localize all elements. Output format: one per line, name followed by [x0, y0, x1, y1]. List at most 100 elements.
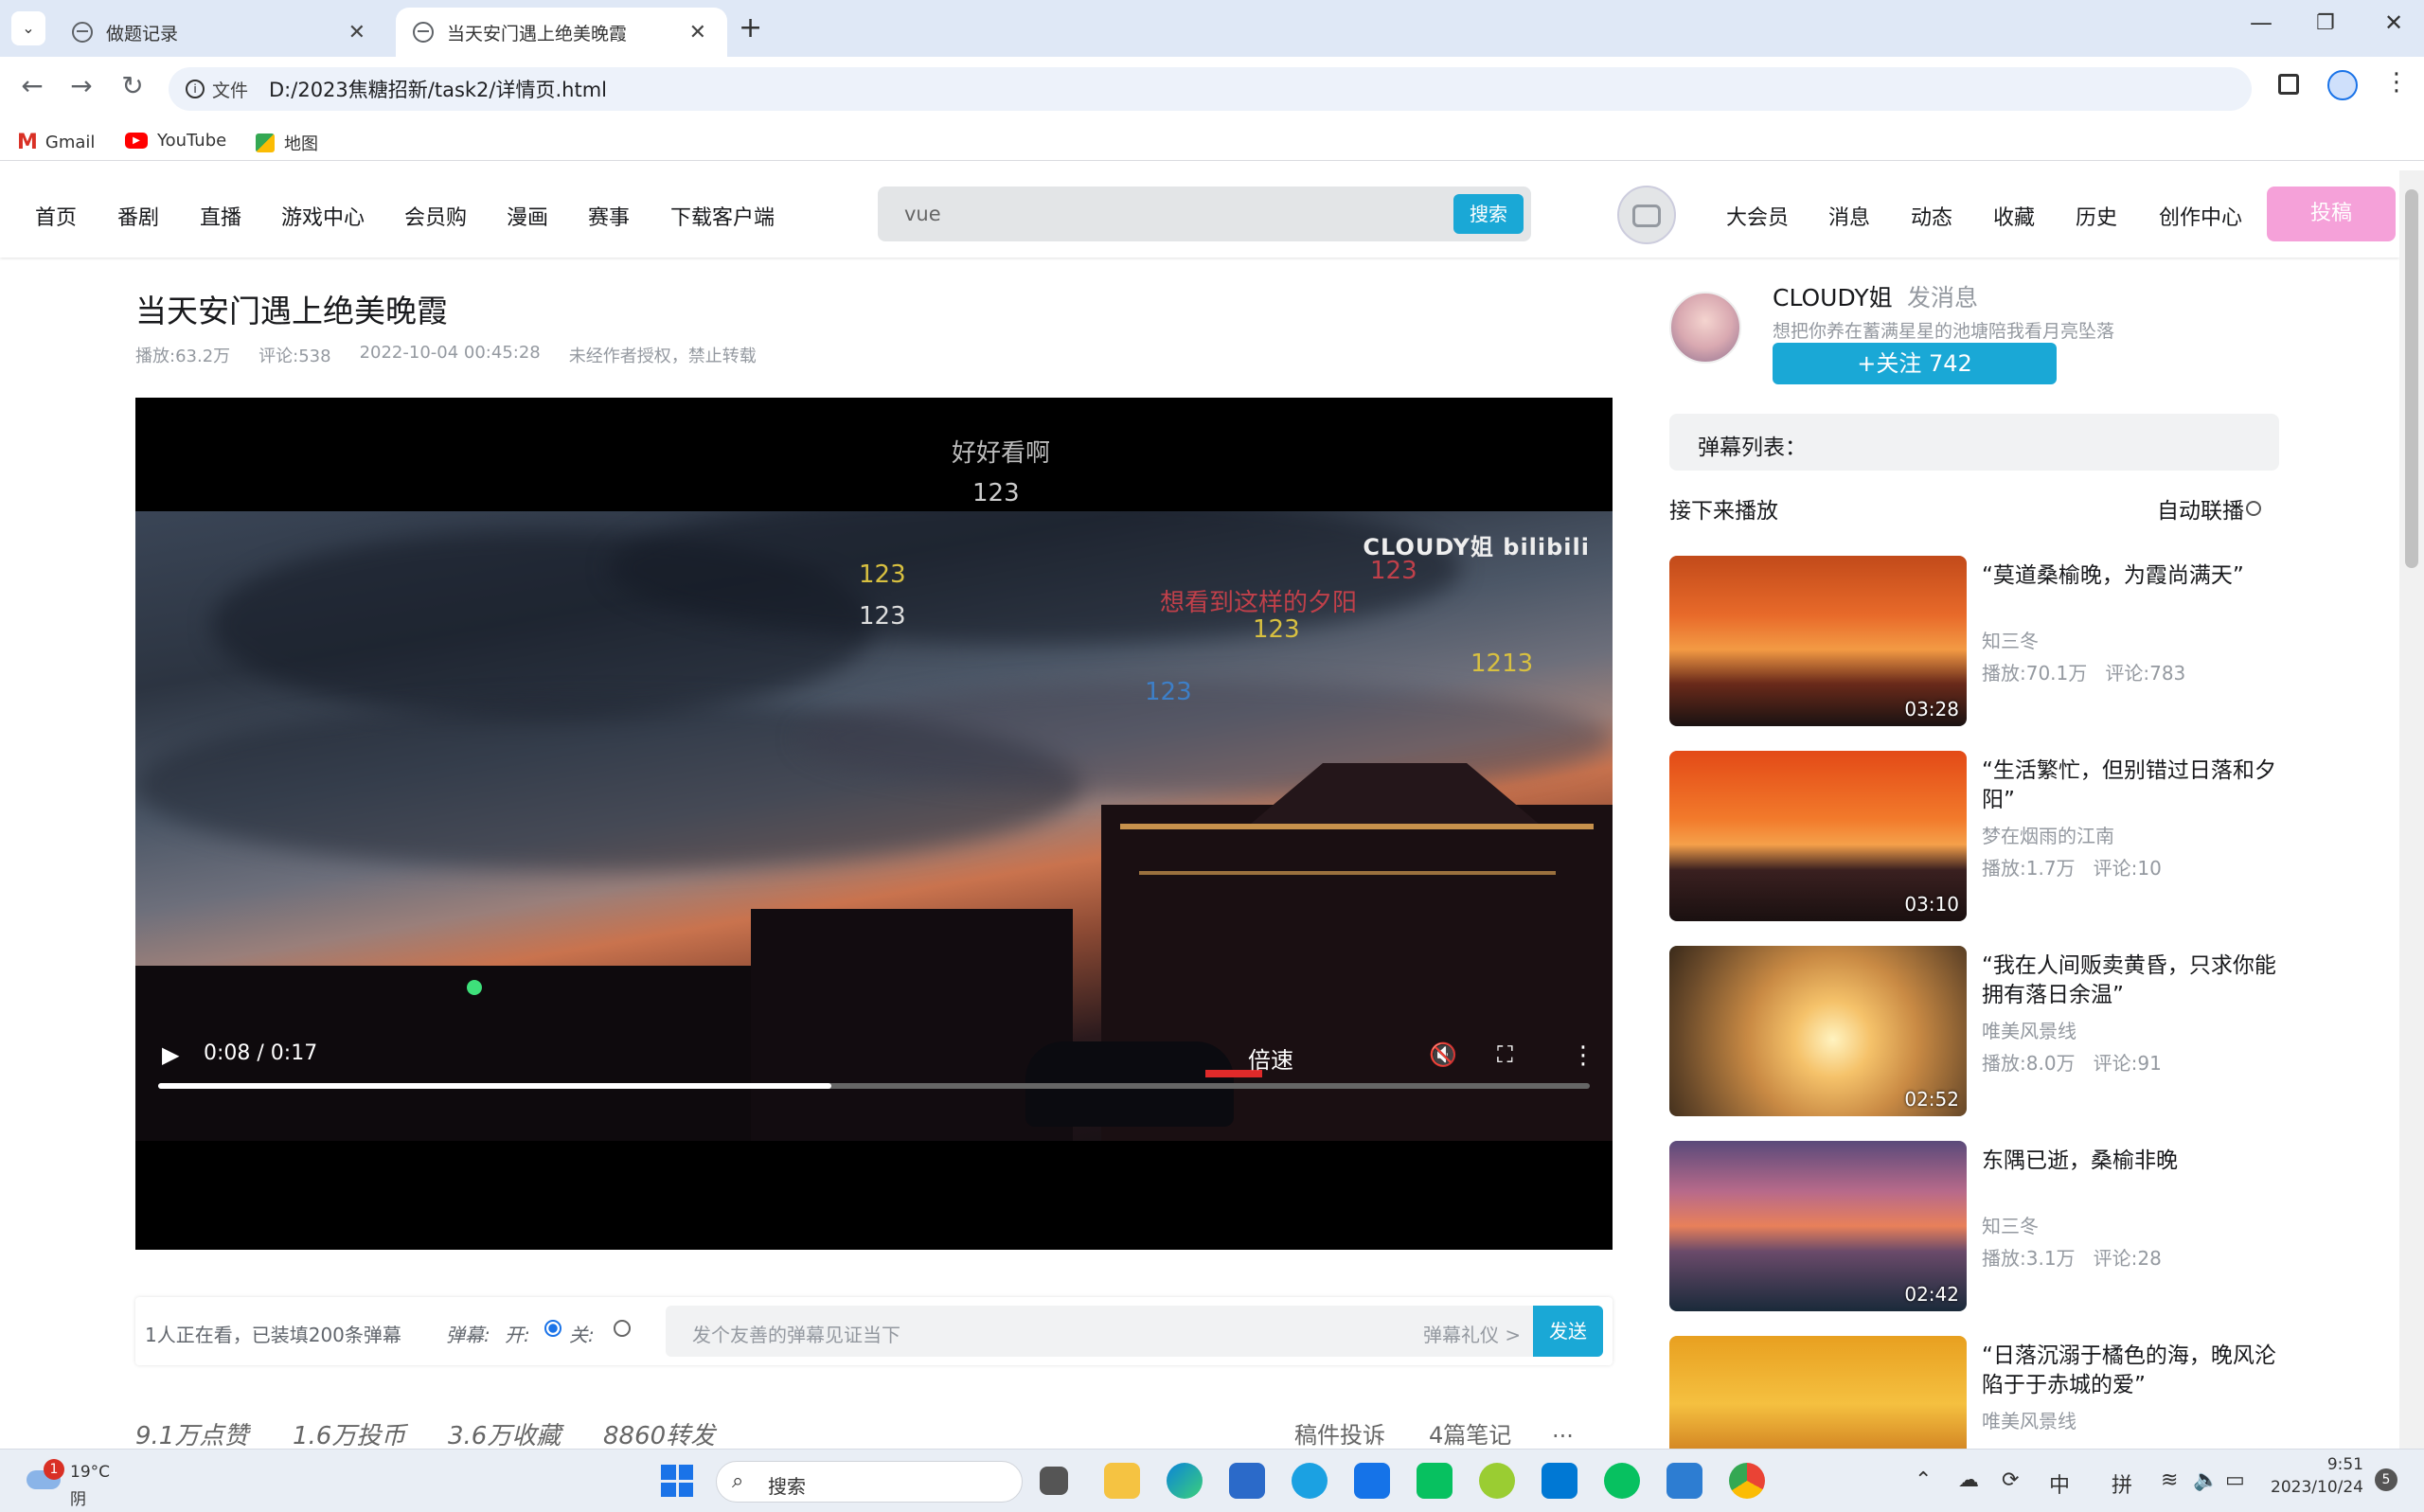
progress-bar[interactable] [158, 1083, 1590, 1089]
url-text[interactable]: D:/2023焦糖招新/task2/详情页.html [269, 75, 607, 103]
autoplay-radio[interactable] [2246, 501, 2261, 516]
list-item[interactable]: 02:52 “我在人间贩卖黄昏，只求你能拥有落日余温” 唯美风景线 播放:8.0… [1669, 946, 2279, 1116]
taskbar-search[interactable]: ⌕ 搜索 [716, 1461, 1023, 1503]
more-link[interactable]: ... [1552, 1416, 1574, 1443]
video-title[interactable]: “莫道桑榆晚，为霞尚满天” [1982, 561, 2285, 591]
ie-icon[interactable] [1292, 1463, 1328, 1499]
author[interactable]: 唯美风景线 [1982, 1406, 2076, 1433]
tab-search-button[interactable]: ⌄ [11, 11, 45, 45]
tab-2[interactable]: 当天安门遇上绝美晚霞 ✕ [396, 8, 727, 57]
task-view-icon[interactable] [1040, 1467, 1068, 1495]
mute-icon[interactable]: 🔇 [1429, 1041, 1457, 1068]
battery-icon[interactable]: ▭ [2225, 1468, 2245, 1492]
volume-icon[interactable]: 🔈 [2193, 1468, 2219, 1492]
close-icon[interactable]: ✕ [689, 21, 706, 44]
like-count[interactable]: 9.1万点赞 [135, 1416, 248, 1449]
fullscreen-icon[interactable]: ⛶ [1497, 1041, 1513, 1068]
menu-icon[interactable]: ⋮ [2384, 68, 2409, 97]
nav-home[interactable]: 首页 [35, 201, 77, 231]
nav-bangumi[interactable]: 番剧 [117, 201, 159, 231]
bookmark-youtube[interactable]: ▶ YouTube [125, 131, 226, 151]
danmaku-input[interactable]: 发个友善的弹幕见证当下 [692, 1320, 900, 1347]
nav-history[interactable]: 历史 [2076, 201, 2117, 231]
store-icon[interactable] [1229, 1463, 1265, 1499]
weather-widget[interactable]: 1 19°C 阴 [27, 1459, 140, 1509]
wechat-icon[interactable] [1604, 1463, 1640, 1499]
nav-messages[interactable]: 消息 [1828, 201, 1870, 231]
wifi-icon[interactable]: ≋ [2161, 1468, 2178, 1492]
danmaku-on-radio[interactable] [544, 1320, 561, 1337]
favorite-count[interactable]: 3.6万收藏 [448, 1416, 561, 1449]
chevron-up-icon[interactable]: ⌃ [1915, 1468, 1932, 1492]
ime-pinyin-indicator[interactable]: 拼 [2112, 1468, 2132, 1499]
video-thumbnail[interactable] [1669, 1336, 1967, 1449]
video-title[interactable]: 东隅已逝，桑榆非晚 [1982, 1147, 2285, 1176]
nav-manga[interactable]: 漫画 [507, 201, 548, 231]
video-thumbnail[interactable]: 03:28 [1669, 556, 1967, 726]
chrome-icon[interactable] [1729, 1463, 1765, 1499]
follow-button[interactable]: +关注 742 [1773, 343, 2057, 384]
side-panel-icon[interactable] [2278, 74, 2299, 95]
send-message-link[interactable]: 发消息 [1907, 279, 1978, 313]
vscode-icon[interactable] [1542, 1463, 1577, 1499]
nav-creator-center[interactable]: 创作中心 [2159, 201, 2242, 231]
scrollbar-thumb[interactable] [2405, 189, 2418, 568]
share-count[interactable]: 8860转发 [603, 1416, 715, 1449]
windows-start-icon[interactable] [661, 1465, 693, 1497]
send-button[interactable]: 发送 [1533, 1306, 1603, 1357]
video-title[interactable]: “生活繁忙，但别错过日落和夕阳” [1982, 756, 2285, 815]
upload-button[interactable]: 投稿 [2267, 187, 2396, 241]
video-thumbnail[interactable]: 03:10 [1669, 751, 1967, 921]
search-button[interactable]: 搜索 [1453, 194, 1524, 234]
uploader-name[interactable]: CLOUDY姐 [1773, 279, 1893, 313]
nav-events[interactable]: 赛事 [588, 201, 630, 231]
search-input[interactable] [904, 198, 1378, 230]
author[interactable]: 知三冬 [1982, 626, 2039, 653]
video-thumbnail[interactable]: 02:52 [1669, 946, 1967, 1116]
video-player[interactable]: CLOUDY姐 bilibili 好好看啊 123 123 123 想看到这样的… [135, 398, 1613, 1250]
forward-button[interactable]: → [62, 70, 100, 101]
autoplay-toggle[interactable]: 自动联播 [2157, 492, 2261, 525]
onedrive-icon[interactable]: ☁ [1958, 1468, 1979, 1492]
more-options-icon[interactable]: ⋮ [1571, 1041, 1595, 1070]
video-thumbnail[interactable]: 02:42 [1669, 1141, 1967, 1311]
reload-button[interactable]: ↻ [114, 70, 152, 101]
ime-indicator[interactable]: 中 [2049, 1468, 2070, 1499]
list-item[interactable]: 02:42 东隅已逝，桑榆非晚 知三冬 播放:3.1万 评论:28 [1669, 1141, 2279, 1311]
nav-shop[interactable]: 会员购 [404, 201, 467, 231]
nav-download-client[interactable]: 下载客户端 [670, 201, 775, 231]
bookmark-maps[interactable]: 地图 [256, 131, 318, 155]
nav-game-center[interactable]: 游戏中心 [281, 201, 365, 231]
tab-1[interactable]: 做题记录 ✕ [55, 8, 386, 57]
new-tab-button[interactable]: + [739, 11, 762, 44]
avatar[interactable] [1617, 186, 1676, 244]
clock[interactable]: 9:51 2023/10/24 [2269, 1455, 2363, 1497]
wechat-work-icon[interactable] [1417, 1463, 1453, 1499]
maximize-button[interactable]: ❐ [2316, 11, 2335, 35]
profile-icon[interactable] [2327, 70, 2358, 100]
report-link[interactable]: 稿件投诉 [1294, 1416, 1385, 1449]
list-item[interactable]: “日落沉溺于橘色的海，晚风沦陷于于赤城的爱” 唯美风景线 [1669, 1336, 2279, 1449]
danmaku-etiquette-link[interactable]: 弹幕礼仪 > [1423, 1320, 1521, 1347]
app-icon[interactable] [1354, 1463, 1390, 1499]
danmaku-off-radio[interactable] [614, 1320, 631, 1337]
nav-favorites[interactable]: 收藏 [1993, 201, 2035, 231]
browser-app-icon[interactable] [1479, 1463, 1515, 1499]
play-icon[interactable]: ▶ [162, 1041, 179, 1068]
list-item[interactable]: 03:28 “莫道桑榆晚，为霞尚满天” 知三冬 播放:70.1万 评论:783 [1669, 556, 2279, 726]
nav-vip[interactable]: 大会员 [1726, 201, 1789, 231]
nav-live[interactable]: 直播 [200, 201, 241, 231]
list-item[interactable]: 03:10 “生活繁忙，但别错过日落和夕阳” 梦在烟雨的江南 播放:1.7万 评… [1669, 751, 2279, 921]
minimize-button[interactable]: — [2250, 9, 2272, 36]
author[interactable]: 知三冬 [1982, 1211, 2039, 1238]
photos-icon[interactable] [1666, 1463, 1702, 1499]
video-title[interactable]: “日落沉溺于橘色的海，晚风沦陷于于赤城的爱” [1982, 1342, 2285, 1400]
video-title[interactable]: “我在人间贩卖黄昏，只求你能拥有落日余温” [1982, 952, 2285, 1010]
notes-link[interactable]: 4篇笔记 [1429, 1416, 1511, 1449]
bookmark-gmail[interactable]: M Gmail [17, 131, 95, 154]
edge-icon[interactable] [1167, 1463, 1203, 1499]
nav-dynamic[interactable]: 动态 [1911, 201, 1952, 231]
uploader-avatar[interactable] [1669, 292, 1741, 364]
danmaku-list-panel[interactable]: 弹幕列表： [1669, 414, 2279, 471]
file-explorer-icon[interactable] [1104, 1463, 1140, 1499]
